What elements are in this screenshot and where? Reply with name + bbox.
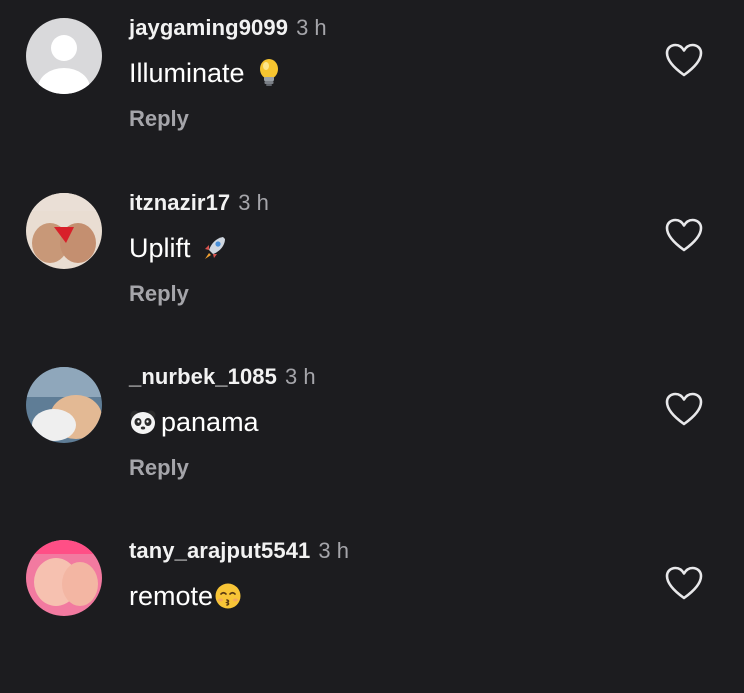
rocket-icon <box>204 237 225 259</box>
avatar[interactable] <box>26 540 102 616</box>
username[interactable]: tany_arajput5541 <box>129 538 310 563</box>
username[interactable]: itznazir17 <box>129 190 230 215</box>
heart-outline-icon[interactable] <box>664 565 704 601</box>
default-avatar-icon <box>26 18 102 94</box>
comment-header: itznazir17 3 h <box>129 190 269 216</box>
heart-outline-icon[interactable] <box>664 42 704 78</box>
comment-text: remote <box>129 580 242 612</box>
comment-body: remote <box>129 581 214 611</box>
heart-outline-icon[interactable] <box>664 217 704 253</box>
lightbulb-icon <box>259 59 278 86</box>
comment-item: itznazir17 3 h Uplift Reply <box>0 175 744 345</box>
profile-photo-icon <box>26 367 102 443</box>
username[interactable]: jaygaming9099 <box>129 15 288 40</box>
comment-header: jaygaming9099 3 h <box>129 15 327 41</box>
comment-body: panama <box>161 407 259 437</box>
comment-text: Illuminate <box>129 57 283 89</box>
comment-text: panama <box>129 406 259 438</box>
reply-button[interactable]: Reply <box>129 455 189 481</box>
comment-header: _nurbek_1085 3 h <box>129 364 316 390</box>
comment-item: jaygaming9099 3 h Illuminate Reply <box>0 0 744 170</box>
comment-item: _nurbek_1085 3 h panama Reply <box>0 349 744 519</box>
avatar[interactable] <box>26 193 102 269</box>
reply-button[interactable]: Reply <box>129 281 189 307</box>
comment-body: Uplift <box>129 233 191 263</box>
reply-button[interactable]: Reply <box>129 106 189 132</box>
avatar[interactable] <box>26 18 102 94</box>
username[interactable]: _nurbek_1085 <box>129 364 277 389</box>
panda-face-icon <box>130 410 156 434</box>
heart-outline-icon[interactable] <box>664 391 704 427</box>
profile-photo-icon <box>26 540 102 616</box>
comment-header: tany_arajput5541 3 h <box>129 538 349 564</box>
kissing-face-icon <box>215 583 241 609</box>
timestamp: 3 h <box>238 190 269 215</box>
comment-item: tany_arajput5541 3 h remote <box>0 523 744 693</box>
timestamp: 3 h <box>284 364 316 389</box>
profile-photo-icon <box>26 193 102 269</box>
comment-body: Illuminate <box>129 58 245 88</box>
comment-text: Uplift <box>129 232 229 264</box>
timestamp: 3 h <box>296 15 327 40</box>
timestamp: 3 h <box>318 538 349 563</box>
avatar[interactable] <box>26 367 102 443</box>
